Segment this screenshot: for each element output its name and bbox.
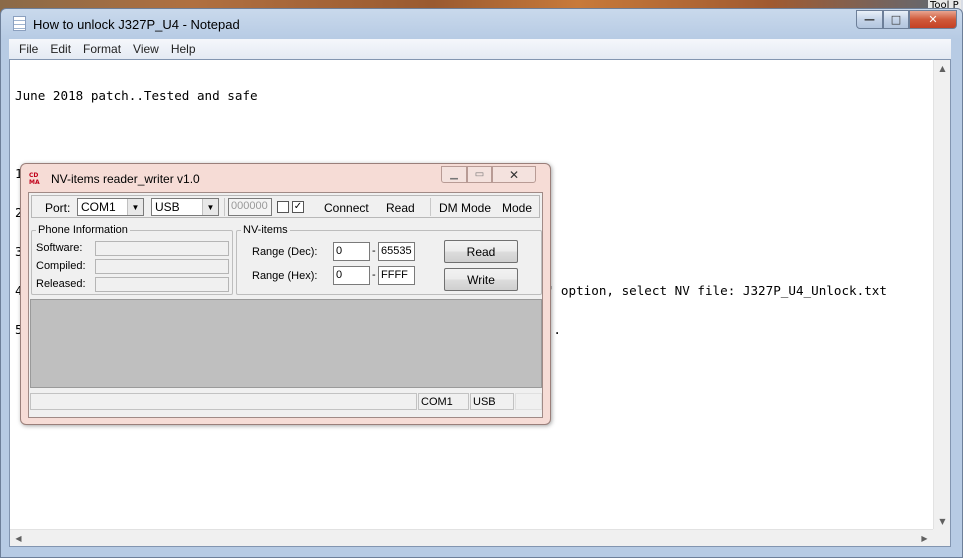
range-hex-from-input[interactable]: 0 [333, 266, 370, 285]
connect-button[interactable]: Connect [324, 201, 369, 215]
port-label: Port: [45, 201, 71, 215]
cdma-app-icon: CD MA [29, 172, 40, 186]
chevron-down-icon[interactable]: ▼ [127, 199, 143, 215]
port-select[interactable]: COM1 ▼ [77, 198, 144, 216]
status-mode: USB [470, 393, 514, 410]
window-title: How to unlock J327P_U4 - Notepad [33, 17, 240, 32]
scroll-left-icon[interactable]: ◀ [10, 530, 27, 547]
status-bar: COM1 USB [30, 390, 542, 412]
nv-dialog-body: Port: COM1 ▼ USB ▼ 000000 ✓ Connect Read… [28, 192, 543, 418]
text-line [15, 128, 887, 141]
chevron-down-icon[interactable]: ▼ [202, 199, 218, 215]
nv-items-title: NV-items [241, 224, 290, 236]
scroll-up-icon[interactable]: ▲ [934, 60, 951, 77]
released-label: Released: [36, 278, 86, 290]
nv-write-button[interactable]: Write [444, 268, 518, 291]
log-output-area[interactable] [30, 299, 542, 388]
menu-help[interactable]: Help [165, 42, 202, 56]
connection-mode-value: USB [155, 200, 180, 214]
port-value: COM1 [81, 200, 116, 214]
toolbar-read-button[interactable]: Read [386, 201, 415, 215]
scroll-corner [933, 529, 950, 546]
dm-mode-button[interactable]: DM Mode [439, 201, 491, 215]
scroll-down-icon[interactable]: ▼ [934, 513, 951, 530]
notepad-icon [13, 16, 26, 31]
range-hex-label: Range (Hex): [252, 270, 318, 282]
horizontal-scrollbar[interactable]: ◀ ▶ [10, 529, 933, 546]
option-checkbox[interactable]: ✓ [292, 201, 304, 213]
phone-information-title: Phone Information [36, 224, 130, 236]
nv-dialog-title: NV-items reader_writer v1.0 [51, 172, 200, 186]
nv-maximize-button: ▭ [467, 166, 492, 183]
nv-toolbar: Port: COM1 ▼ USB ▼ 000000 ✓ Connect Read… [31, 195, 540, 218]
status-message [30, 393, 417, 410]
compiled-value [95, 259, 229, 274]
compiled-label: Compiled: [36, 260, 86, 272]
spc-code-input[interactable]: 000000 [228, 198, 272, 216]
status-indicator [515, 393, 542, 410]
notepad-titlebar[interactable]: How to unlock J327P_U4 - Notepad — □ ✕ [1, 9, 962, 39]
toolbar-separator [224, 198, 225, 216]
minimize-button[interactable]: — [856, 10, 883, 29]
software-label: Software: [36, 242, 83, 254]
range-hex-to-input[interactable]: FFFF [378, 266, 415, 285]
nv-items-group: NV-items Range (Dec): 0 - 65535 Range (H… [236, 224, 542, 295]
range-dash: - [372, 269, 376, 281]
nv-dialog-window: CD MA NV-items reader_writer v1.0 ▁ ▭ ✕ … [20, 163, 551, 425]
menu-format[interactable]: Format [77, 42, 127, 56]
range-dash: - [372, 245, 376, 257]
range-dec-label: Range (Dec): [252, 246, 318, 258]
menu-bar: File Edit Format View Help [9, 39, 951, 59]
close-button[interactable]: ✕ [909, 10, 957, 29]
range-dec-to-input[interactable]: 65535 [378, 242, 415, 261]
range-dec-from-input[interactable]: 0 [333, 242, 370, 261]
nv-close-button[interactable]: ✕ [492, 166, 536, 183]
menu-file[interactable]: File [13, 42, 44, 56]
phone-information-group: Phone Information Software: Compiled: Re… [31, 224, 233, 295]
nv-minimize-button[interactable]: ▁ [441, 166, 467, 183]
nv-window-controls: ▁ ▭ ✕ [441, 166, 536, 183]
scroll-right-icon[interactable]: ▶ [916, 530, 933, 547]
text-line: June 2018 patch..Tested and safe [15, 88, 258, 103]
mode-button[interactable]: Mode [502, 201, 532, 215]
nv-dialog-titlebar[interactable]: CD MA NV-items reader_writer v1.0 ▁ ▭ ✕ [21, 164, 550, 192]
released-value [95, 277, 229, 292]
window-controls: — □ ✕ [856, 10, 957, 30]
software-value [95, 241, 229, 256]
menu-view[interactable]: View [127, 42, 165, 56]
spc-checkbox[interactable] [277, 201, 289, 213]
menu-edit[interactable]: Edit [44, 42, 77, 56]
maximize-button[interactable]: □ [883, 10, 909, 29]
status-port: COM1 [418, 393, 469, 410]
connection-mode-select[interactable]: USB ▼ [151, 198, 219, 216]
vertical-scrollbar[interactable]: ▲ ▼ [933, 60, 950, 530]
nv-read-button[interactable]: Read [444, 240, 518, 263]
toolbar-separator [430, 198, 431, 216]
